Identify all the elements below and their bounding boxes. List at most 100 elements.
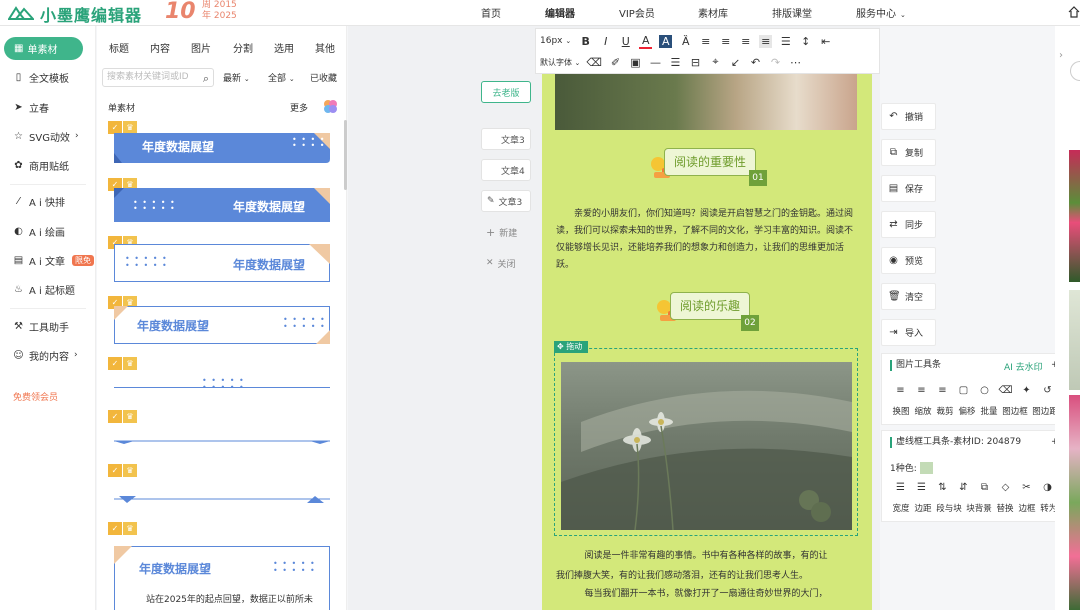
tab-image[interactable]: 图片: [191, 40, 211, 55]
italic-icon[interactable]: I: [599, 35, 612, 48]
eraser-icon[interactable]: ⌫: [586, 56, 602, 69]
rail-item-single-material[interactable]: ▦ 单素材: [4, 37, 83, 60]
rail-item-sticker[interactable]: ✿ 商用贴纸: [13, 157, 69, 173]
colorful-dots-icon[interactable]: [323, 99, 337, 113]
trash-icon[interactable]: ⌫: [995, 385, 1016, 396]
font-size-select[interactable]: 16px ⌄: [540, 36, 571, 46]
home-icon[interactable]: [1068, 6, 1080, 18]
scissors-icon[interactable]: ✂: [1016, 482, 1037, 493]
nav-course[interactable]: 排版课堂: [772, 5, 812, 20]
format-brush-icon[interactable]: ✐: [609, 56, 622, 69]
rail-item-svg[interactable]: ☆ SVG动效 ›: [13, 128, 79, 144]
offset-image[interactable]: 偏移: [956, 405, 978, 417]
flower-thumbnail[interactable]: [1069, 290, 1080, 390]
ai-watermark-button[interactable]: AI 去水印: [1004, 360, 1043, 373]
align-center-icon[interactable]: ≡: [911, 385, 932, 396]
brand-name[interactable]: 小墨鹰编辑器: [40, 2, 142, 26]
doc-tab-2[interactable]: 文章4: [481, 159, 531, 181]
undo-button[interactable]: ↶ 撤销: [881, 103, 936, 130]
search-circle[interactable]: [1070, 61, 1080, 81]
more-icon[interactable]: ⋯: [789, 56, 802, 69]
circle-icon[interactable]: ○: [974, 385, 995, 396]
flower-thumbnail[interactable]: [1069, 395, 1080, 610]
nav-materials[interactable]: 素材库: [698, 5, 728, 20]
indent-icon[interactable]: ☰: [779, 35, 792, 48]
eraser-icon[interactable]: ◇: [995, 482, 1016, 493]
rail-item-ai-article[interactable]: ▤ A i 文章 限免: [13, 252, 94, 268]
doc-tab-1[interactable]: 文章3: [481, 128, 531, 150]
book-daisy-photo[interactable]: [561, 362, 852, 530]
align-right-icon[interactable]: ≡: [932, 385, 953, 396]
copy-icon[interactable]: ⧉: [974, 482, 995, 493]
more-link[interactable]: 更多: [290, 101, 308, 114]
image-icon[interactable]: ▣: [629, 56, 642, 69]
margin-icon[interactable]: ⊟: [689, 56, 702, 69]
sync-button[interactable]: ⇄ 同步: [881, 211, 936, 238]
section-heading-1[interactable]: 阅读的重要性: [664, 148, 756, 176]
insert-icon[interactable]: ⇤: [819, 35, 832, 48]
close-doc-button[interactable]: ✕ 关闭: [481, 252, 531, 274]
font-color-icon[interactable]: A: [639, 34, 653, 49]
nav-home[interactable]: 首页: [481, 5, 501, 20]
filter-all[interactable]: 全部 ⌄: [268, 71, 295, 84]
wand-icon[interactable]: ✦: [1016, 385, 1037, 396]
paragraph-2-line-2[interactable]: 我们捧腹大笑，有的让我们感动落泪，还有的让我们思考人生。: [556, 568, 856, 585]
rail-item-ai-draw[interactable]: ◐ A i 绘画: [13, 223, 65, 239]
text-effect-icon[interactable]: Ȁ: [679, 35, 692, 48]
material-card[interactable]: ✓ ♛ 年度数据展望 • • • • • • • • • •: [102, 121, 340, 171]
line-height-icon[interactable]: ↕: [799, 35, 812, 48]
redo-icon[interactable]: ↷: [769, 56, 782, 69]
material-card[interactable]: ✓ ♛ • • • • • • • • • •: [102, 357, 340, 407]
background-icon[interactable]: ⇵: [953, 482, 974, 493]
copy-button[interactable]: ⧉ 复制: [881, 139, 936, 166]
new-doc-button[interactable]: + 新建: [481, 221, 531, 243]
doc-tab-3[interactable]: ✎ 文章3: [481, 190, 531, 212]
font-family-select[interactable]: 默认字体 ⌄: [540, 57, 580, 68]
drag-handle[interactable]: ✥ 拖动: [554, 341, 588, 353]
search-input[interactable]: 搜索素材关键词或ID ⌕: [102, 68, 214, 87]
search-icon[interactable]: ⌕: [203, 70, 209, 87]
flower-thumbnail[interactable]: [1069, 150, 1080, 282]
filter-favorites[interactable]: 已收藏: [310, 71, 337, 84]
frame-block-bg[interactable]: 块背景: [964, 502, 994, 514]
rail-item-ai-title[interactable]: ♨ A i 起标题: [13, 281, 75, 297]
align-right-icon[interactable]: ≡: [739, 35, 752, 48]
align-justify-icon[interactable]: ≡: [759, 34, 773, 48]
panel-scrollbar[interactable]: [344, 120, 347, 190]
import-button[interactable]: ⇥ 导入: [881, 319, 936, 346]
material-card[interactable]: ✓ ♛: [102, 410, 340, 460]
nav-editor[interactable]: 编辑器: [545, 5, 575, 20]
material-card[interactable]: ✓ ♛: [102, 464, 340, 514]
rail-item-template[interactable]: ▯ 全文模板: [13, 69, 69, 85]
padding-icon[interactable]: ☰: [911, 482, 932, 493]
nav-vip[interactable]: VIP会员: [619, 5, 655, 20]
tab-content[interactable]: 内容: [150, 40, 170, 55]
align-left-icon[interactable]: ≡: [699, 35, 712, 48]
image-border[interactable]: 图边框: [1000, 405, 1030, 417]
paragraph-1[interactable]: 亲爱的小朋友们，你们知道吗？阅读是开启智慧之门的金钥匙。通过阅读，我们可以探索未…: [556, 206, 856, 274]
material-card[interactable]: ✓ ♛ 年度数据展望 • • • • • • • • • • 站在2025年的起点回…: [102, 522, 340, 610]
tab-divider[interactable]: 分割: [233, 40, 253, 55]
frame-section-block[interactable]: 段与块: [934, 502, 964, 514]
tab-selected[interactable]: 选用: [274, 40, 294, 55]
preview-button[interactable]: ◉ 预览: [881, 247, 936, 274]
section-heading-2[interactable]: 阅读的乐趣: [670, 292, 750, 320]
old-version-button[interactable]: 去老版: [481, 81, 531, 103]
rail-item-spring[interactable]: ➤ 立春: [13, 99, 49, 115]
divider-icon[interactable]: —: [649, 56, 662, 69]
paragraph-2-line-1[interactable]: 阅读是一件非常有趣的事情。书中有各种各样的故事，有的让: [556, 548, 856, 565]
highlight-icon[interactable]: A: [659, 34, 673, 48]
crop-image[interactable]: 裁剪: [934, 405, 956, 417]
tab-title[interactable]: 标题: [109, 40, 129, 55]
location-icon[interactable]: ⌖: [709, 55, 722, 69]
undo-icon[interactable]: ↶: [749, 56, 762, 69]
align-center-icon[interactable]: ≡: [719, 35, 732, 48]
material-card[interactable]: ✓ ♛ • • • • • • • • • • 年度数据展望: [102, 236, 340, 290]
width-icon[interactable]: ☰: [890, 482, 911, 493]
align-left-icon[interactable]: ≡: [890, 385, 911, 396]
rail-item-ai-layout[interactable]: ⁄ A i 快排: [13, 193, 65, 209]
frame-padding[interactable]: 边距: [912, 502, 934, 514]
clear-button[interactable]: 🗑 清空: [881, 283, 936, 310]
batch-image[interactable]: 批量: [978, 405, 1000, 417]
arrow-icon[interactable]: ↙: [729, 56, 742, 69]
